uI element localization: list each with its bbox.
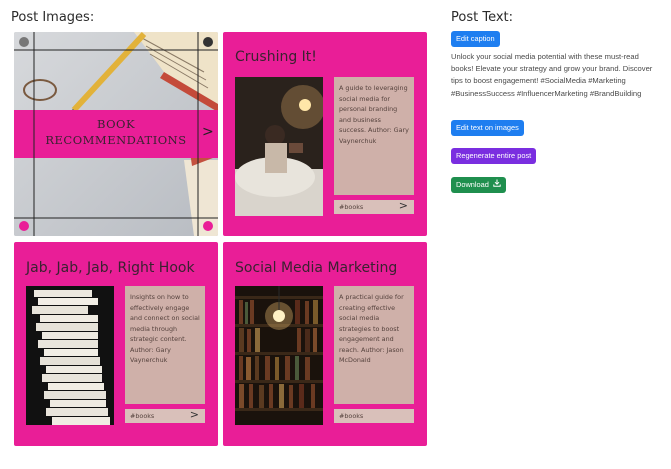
edit-text-on-images-button[interactable]: Edit text on images [451,120,524,136]
edit-caption-button[interactable]: Edit caption [451,31,500,47]
book-description: A practical guide for creating effective… [334,286,414,404]
cover-title: BOOK RECOMMENDATIONS [45,117,187,147]
card-title: Jab, Jab, Jab, Right Hook [26,260,195,276]
hashtag: #books [339,412,364,420]
resize-handle-bottom-right[interactable] [203,221,213,231]
bookshelf-photo [235,286,323,425]
download-icon [493,177,501,193]
image-card-jab-jab[interactable]: Jab, Jab, Jab, Right Hook Insights on ho… [14,242,218,446]
hashtag: #books [130,412,155,420]
hashtag-bar: #books > [125,408,205,423]
hashtag-bar: #books [334,409,414,423]
resize-handle-top-left[interactable] [19,37,29,47]
post-text-heading: Post Text: [451,10,514,25]
download-button[interactable]: Download [451,177,506,193]
post-caption: Unlock your social media potential with … [451,52,653,98]
book-description: Insights on how to effectively engage an… [125,286,205,404]
download-label: Download [456,180,489,189]
card-title: Crushing It! [235,49,317,65]
image-card-cover[interactable]: BOOK RECOMMENDATIONS > [14,32,218,236]
hashtag-bar: #books > [334,199,414,214]
chevron-right-icon[interactable]: > [190,408,199,422]
card-title: Social Media Marketing [235,260,398,276]
image-card-social-media-marketing[interactable]: Social Media Marketing A practical guide… [223,242,427,446]
resize-handle-top-right[interactable] [203,37,213,47]
book-stack-photo [26,286,114,425]
chevron-right-icon[interactable]: > [202,124,214,140]
resize-handle-bottom-left[interactable] [19,221,29,231]
chevron-right-icon[interactable]: > [399,199,408,213]
book-description: A guide to leveraging social media for p… [334,77,414,195]
regenerate-post-button[interactable]: Regenerate entire post [451,148,537,164]
hashtag: #books [339,203,364,211]
image-card-crushing-it[interactable]: Crushing It! A guide to leveraging socia… [223,32,427,236]
post-images-heading: Post Images: [11,10,95,25]
reading-in-bed-photo [235,77,323,216]
